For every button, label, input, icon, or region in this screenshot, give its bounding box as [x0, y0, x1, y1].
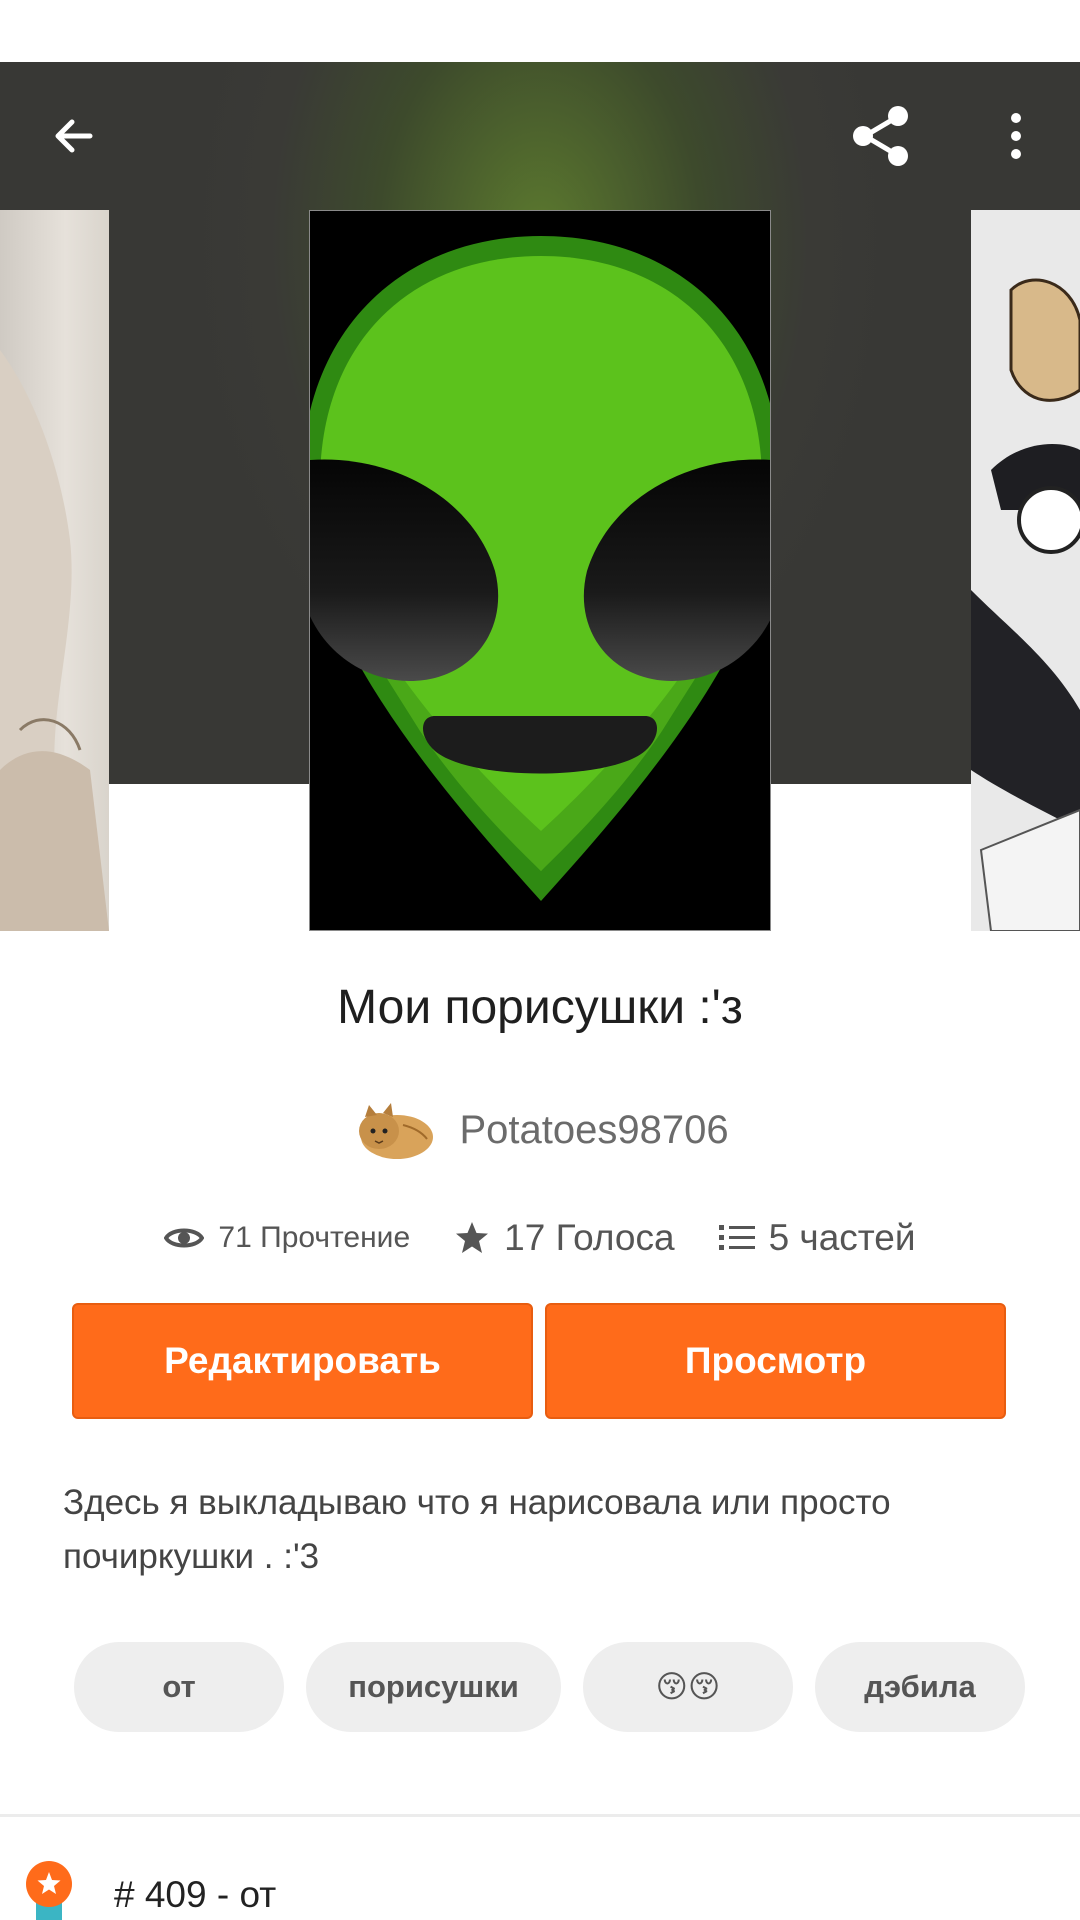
reads-stat: 71 Прочтение	[164, 1221, 410, 1255]
alien-face-icon	[310, 211, 770, 930]
tag-list: от порисушки 😚😚 дэбила	[0, 1642, 1080, 1732]
rank-badge-icon	[26, 1861, 72, 1920]
more-vert-icon[interactable]	[976, 96, 1056, 176]
view-button[interactable]: Просмотр	[545, 1303, 1006, 1419]
author-row[interactable]: Potatoes98706	[0, 1090, 1080, 1170]
share-icon[interactable]	[840, 96, 920, 176]
votes-stat: 17 Голоса	[454, 1217, 675, 1259]
rank-text: # 409 - от	[114, 1874, 277, 1915]
rank-row[interactable]: # 409 - от	[0, 1850, 1080, 1920]
divider	[0, 1814, 1080, 1817]
tag-chip[interactable]: 😚😚	[583, 1642, 793, 1732]
tag-chip[interactable]: порисушки	[306, 1642, 561, 1732]
story-title: Мои порисушки :'з	[337, 981, 743, 1034]
previous-story-cover[interactable]	[0, 210, 109, 931]
story-description: Здесь я выкладываю что я нарисовала или …	[63, 1483, 891, 1576]
parts-count: 5 частей	[768, 1217, 916, 1258]
tag-chip[interactable]: дэбила	[815, 1642, 1025, 1732]
tag-chip[interactable]: от	[74, 1642, 284, 1732]
story-cover[interactable]	[309, 210, 771, 931]
list-icon	[718, 1225, 755, 1250]
votes-count: 17 Голоса	[504, 1217, 675, 1258]
avatar	[359, 1103, 434, 1159]
author-name[interactable]: Potatoes98706	[459, 1108, 728, 1153]
status-bar	[0, 0, 1080, 62]
star-icon	[456, 1222, 489, 1253]
arrow-left-icon[interactable]	[34, 96, 114, 176]
eye-icon	[164, 1228, 205, 1248]
story-stats: 71 Прочтение 17 Голоса 5 частей	[0, 1208, 1080, 1268]
parts-stat: 5 частей	[718, 1217, 916, 1259]
reads-count: 71 Прочтение	[218, 1221, 411, 1254]
next-story-cover[interactable]	[971, 210, 1080, 931]
edit-button[interactable]: Редактировать	[72, 1303, 533, 1419]
